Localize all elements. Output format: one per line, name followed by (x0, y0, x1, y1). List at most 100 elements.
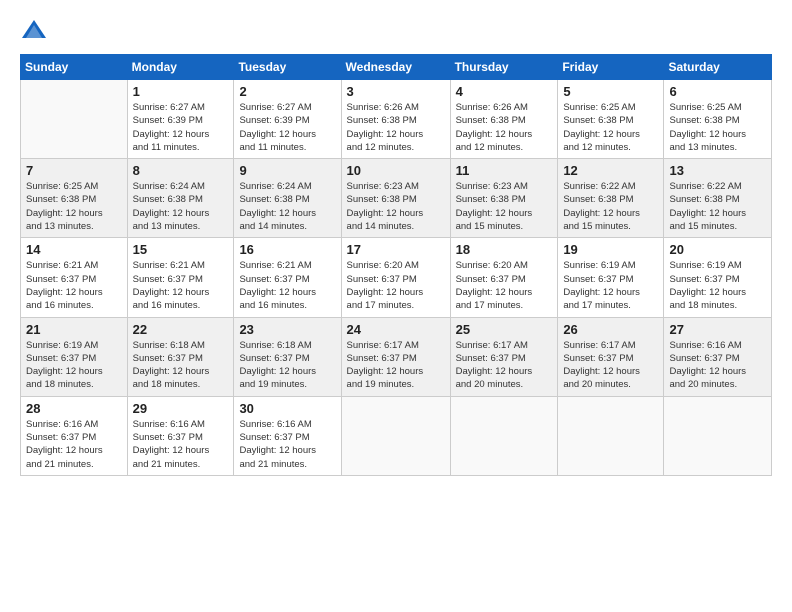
day-number: 15 (133, 242, 229, 257)
day-info: Sunrise: 6:23 AM Sunset: 6:38 PM Dayligh… (347, 180, 445, 233)
week-row-1: 1 Sunrise: 6:27 AM Sunset: 6:39 PM Daylig… (21, 80, 772, 159)
day-number: 3 (347, 84, 445, 99)
calendar-cell: 25Sunrise: 6:17 AM Sunset: 6:37 PM Dayli… (450, 317, 558, 396)
day-number: 2 (239, 84, 335, 99)
calendar-cell: 27 Sunrise: 6:16 AM Sunset: 6:37 PM Dayli… (664, 317, 772, 396)
day-info: Sunrise: 6:25 AM Sunset: 6:38 PM Dayligh… (669, 101, 766, 154)
calendar-cell: 15 Sunrise: 6:21 AM Sunset: 6:37 PM Dayli… (127, 238, 234, 317)
day-info: Sunrise: 6:26 AM Sunset: 6:38 PM Dayligh… (347, 101, 445, 154)
day-number: 22 (133, 322, 229, 337)
day-info: Sunrise: 6:25 AM Sunset: 6:38 PM Dayligh… (26, 180, 122, 233)
day-info: Sunrise: 6:16 AM Sunset: 6:37 PM Dayligh… (239, 418, 335, 471)
day-number: 4 (456, 84, 553, 99)
weekday-header-saturday: Saturday (664, 55, 772, 80)
day-number: 23 (239, 322, 335, 337)
day-info: Sunrise: 6:21 AM Sunset: 6:37 PM Dayligh… (26, 259, 122, 312)
calendar-cell: 21 Sunrise: 6:19 AM Sunset: 6:37 PM Dayli… (21, 317, 128, 396)
day-info: Sunrise: 6:22 AM Sunset: 6:38 PM Dayligh… (669, 180, 766, 233)
day-number: 26 (563, 322, 658, 337)
day-info: Sunrise: 6:21 AM Sunset: 6:37 PM Dayligh… (239, 259, 335, 312)
day-info: Sunrise: 6:19 AM Sunset: 6:37 PM Dayligh… (669, 259, 766, 312)
day-info: Sunrise: 6:23 AM Sunset: 6:38 PM Dayligh… (456, 180, 553, 233)
day-number: 13 (669, 163, 766, 178)
day-info: Sunrise: 6:26 AM Sunset: 6:38 PM Dayligh… (456, 101, 553, 154)
calendar-cell (558, 396, 664, 475)
day-number: 20 (669, 242, 766, 257)
calendar-cell: 10 Sunrise: 6:23 AM Sunset: 6:38 PM Dayli… (341, 159, 450, 238)
calendar-cell: 30 Sunrise: 6:16 AM Sunset: 6:37 PM Dayli… (234, 396, 341, 475)
day-number: 11 (456, 163, 553, 178)
calendar-cell: 6Sunrise: 6:25 AM Sunset: 6:38 PM Daylig… (664, 80, 772, 159)
calendar-cell (21, 80, 128, 159)
day-info: Sunrise: 6:25 AM Sunset: 6:38 PM Dayligh… (563, 101, 658, 154)
calendar-cell: 24 Sunrise: 6:17 AM Sunset: 6:37 PM Dayli… (341, 317, 450, 396)
logo-icon (20, 16, 48, 44)
day-info: Sunrise: 6:24 AM Sunset: 6:38 PM Dayligh… (239, 180, 335, 233)
calendar-cell: 12 Sunrise: 6:22 AM Sunset: 6:38 PM Dayli… (558, 159, 664, 238)
weekday-header-wednesday: Wednesday (341, 55, 450, 80)
day-number: 29 (133, 401, 229, 416)
day-info: Sunrise: 6:18 AM Sunset: 6:37 PM Dayligh… (133, 339, 229, 392)
day-info: Sunrise: 6:20 AM Sunset: 6:37 PM Dayligh… (347, 259, 445, 312)
calendar-cell: 5 Sunrise: 6:25 AM Sunset: 6:38 PM Daylig… (558, 80, 664, 159)
calendar-cell: 20 Sunrise: 6:19 AM Sunset: 6:37 PM Dayli… (664, 238, 772, 317)
calendar-cell: 11 Sunrise: 6:23 AM Sunset: 6:38 PM Dayli… (450, 159, 558, 238)
calendar-cell: 23Sunrise: 6:18 AM Sunset: 6:37 PM Dayli… (234, 317, 341, 396)
day-info: Sunrise: 6:19 AM Sunset: 6:37 PM Dayligh… (563, 259, 658, 312)
week-row-5: 28Sunrise: 6:16 AM Sunset: 6:37 PM Dayli… (21, 396, 772, 475)
calendar-table: SundayMondayTuesdayWednesdayThursdayFrid… (20, 54, 772, 476)
day-number: 9 (239, 163, 335, 178)
day-number: 17 (347, 242, 445, 257)
weekday-header-tuesday: Tuesday (234, 55, 341, 80)
day-info: Sunrise: 6:17 AM Sunset: 6:37 PM Dayligh… (563, 339, 658, 392)
day-number: 21 (26, 322, 122, 337)
day-number: 5 (563, 84, 658, 99)
weekday-header-row: SundayMondayTuesdayWednesdayThursdayFrid… (21, 55, 772, 80)
day-info: Sunrise: 6:16 AM Sunset: 6:37 PM Dayligh… (669, 339, 766, 392)
day-info: Sunrise: 6:19 AM Sunset: 6:37 PM Dayligh… (26, 339, 122, 392)
day-number: 1 (133, 84, 229, 99)
calendar-cell: 19Sunrise: 6:19 AM Sunset: 6:37 PM Dayli… (558, 238, 664, 317)
weekday-header-thursday: Thursday (450, 55, 558, 80)
day-number: 18 (456, 242, 553, 257)
calendar-cell (450, 396, 558, 475)
weekday-header-friday: Friday (558, 55, 664, 80)
calendar-cell: 9 Sunrise: 6:24 AM Sunset: 6:38 PM Daylig… (234, 159, 341, 238)
day-number: 25 (456, 322, 553, 337)
day-info: Sunrise: 6:27 AM Sunset: 6:39 PM Dayligh… (133, 101, 229, 154)
calendar-cell: 28Sunrise: 6:16 AM Sunset: 6:37 PM Dayli… (21, 396, 128, 475)
day-number: 12 (563, 163, 658, 178)
day-info: Sunrise: 6:22 AM Sunset: 6:38 PM Dayligh… (563, 180, 658, 233)
day-info: Sunrise: 6:20 AM Sunset: 6:37 PM Dayligh… (456, 259, 553, 312)
day-number: 27 (669, 322, 766, 337)
header (20, 16, 772, 44)
calendar-cell: 17 Sunrise: 6:20 AM Sunset: 6:37 PM Dayli… (341, 238, 450, 317)
calendar-cell: 4 Sunrise: 6:26 AM Sunset: 6:38 PM Daylig… (450, 80, 558, 159)
day-number: 30 (239, 401, 335, 416)
calendar-cell: 22 Sunrise: 6:18 AM Sunset: 6:37 PM Dayli… (127, 317, 234, 396)
calendar-cell: 7 Sunrise: 6:25 AM Sunset: 6:38 PM Daylig… (21, 159, 128, 238)
week-row-3: 14Sunrise: 6:21 AM Sunset: 6:37 PM Dayli… (21, 238, 772, 317)
day-number: 7 (26, 163, 122, 178)
day-info: Sunrise: 6:17 AM Sunset: 6:37 PM Dayligh… (347, 339, 445, 392)
weekday-header-monday: Monday (127, 55, 234, 80)
day-info: Sunrise: 6:27 AM Sunset: 6:39 PM Dayligh… (239, 101, 335, 154)
calendar-cell (664, 396, 772, 475)
day-number: 10 (347, 163, 445, 178)
day-number: 8 (133, 163, 229, 178)
day-info: Sunrise: 6:24 AM Sunset: 6:38 PM Dayligh… (133, 180, 229, 233)
day-info: Sunrise: 6:16 AM Sunset: 6:37 PM Dayligh… (133, 418, 229, 471)
logo (20, 16, 52, 44)
day-info: Sunrise: 6:16 AM Sunset: 6:37 PM Dayligh… (26, 418, 122, 471)
day-number: 24 (347, 322, 445, 337)
week-row-4: 21 Sunrise: 6:19 AM Sunset: 6:37 PM Dayli… (21, 317, 772, 396)
calendar-cell: 1 Sunrise: 6:27 AM Sunset: 6:39 PM Daylig… (127, 80, 234, 159)
calendar-cell: 29 Sunrise: 6:16 AM Sunset: 6:37 PM Dayli… (127, 396, 234, 475)
calendar-cell: 3 Sunrise: 6:26 AM Sunset: 6:38 PM Daylig… (341, 80, 450, 159)
calendar-cell: 16Sunrise: 6:21 AM Sunset: 6:37 PM Dayli… (234, 238, 341, 317)
calendar-cell: 14Sunrise: 6:21 AM Sunset: 6:37 PM Dayli… (21, 238, 128, 317)
calendar-cell: 13 Sunrise: 6:22 AM Sunset: 6:38 PM Dayli… (664, 159, 772, 238)
calendar-cell: 2 Sunrise: 6:27 AM Sunset: 6:39 PM Daylig… (234, 80, 341, 159)
day-info: Sunrise: 6:21 AM Sunset: 6:37 PM Dayligh… (133, 259, 229, 312)
calendar-cell: 18 Sunrise: 6:20 AM Sunset: 6:37 PM Dayli… (450, 238, 558, 317)
